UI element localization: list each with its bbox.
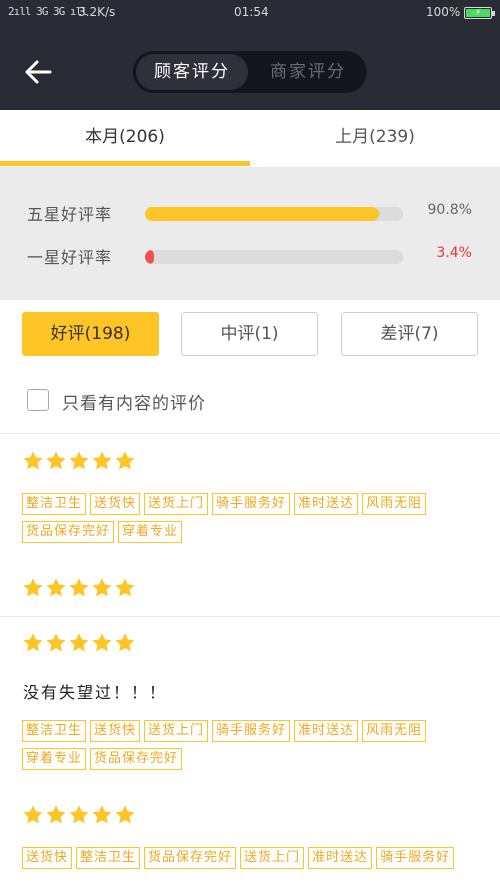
five-star-rate-row: 五星好评率 90.8% (0, 197, 500, 227)
month-tabs: 本月(206) 上月(239) (0, 110, 500, 167)
star-icon (22, 577, 44, 599)
star-icon (68, 450, 90, 472)
review-tag: 骑手服务好 (376, 847, 455, 869)
filter-neutral-button[interactable]: 中评(1) (181, 312, 318, 356)
review-tags: 送货快 整洁卫生 货品保存完好 送货上门 准时送达 骑手服务好 (22, 847, 482, 869)
top-header: 2ıll 3G 3G ıll 3.2K/s 01:54 100% ⚡ 顾客评分 … (0, 0, 500, 110)
star-icon (45, 450, 67, 472)
battery-percent: 100% (426, 5, 461, 19)
star-icon (114, 450, 136, 472)
star-icon (45, 632, 67, 654)
review-tag: 送货快 (90, 493, 141, 515)
review-tag: 货品保存完好 (144, 847, 237, 869)
rate-bar-track (145, 207, 403, 221)
review-tag: 送货快 (22, 847, 73, 869)
clock: 01:54 (234, 5, 269, 19)
review-tag: 货品保存完好 (90, 748, 183, 770)
one-star-rate-row: 一星好评率 3.4% (0, 240, 500, 270)
star-icon (68, 577, 90, 599)
stat-value: 90.8% (427, 202, 472, 218)
review-item: 没有失望过！！！ 整洁卫生 送货快 送货上门 骑手服务好 准时送达 风雨无阻穿着专业 货品保… (0, 616, 500, 796)
star-icon (68, 632, 90, 654)
star-rating (22, 632, 136, 656)
battery-icon: ⚡ (464, 7, 495, 19)
stat-value: 3.4% (436, 245, 472, 261)
review-tag: 准时送达 (294, 493, 359, 515)
star-icon (91, 577, 113, 599)
review-tag: 骑手服务好 (212, 720, 291, 742)
star-icon (114, 632, 136, 654)
review-tag: 送货快 (90, 720, 141, 742)
network-speed: 3.2K/s (78, 5, 116, 19)
review-tag: 穿着专业 (22, 748, 87, 770)
review-tag: 穿着专业 (118, 521, 183, 543)
merchant-rating-tab[interactable]: 商家评分 (252, 54, 364, 90)
review-tag: 准时送达 (294, 720, 359, 742)
content-only-checkbox[interactable] (27, 389, 49, 411)
customer-rating-tab[interactable]: 顾客评分 (136, 54, 248, 90)
review-tag: 骑手服务好 (212, 493, 291, 515)
tab-last-month[interactable]: 上月(239) (250, 110, 500, 167)
back-arrow-icon[interactable] (22, 56, 54, 88)
filter-bad-button[interactable]: 差评(7) (341, 312, 478, 356)
star-icon (91, 632, 113, 654)
rating-stats: 五星好评率 90.8% 一星好评率 3.4% (0, 167, 500, 300)
rate-bar-fill (145, 250, 154, 264)
review-tag: 整洁卫生 (22, 493, 87, 515)
stat-label: 五星好评率 (27, 205, 113, 224)
star-icon (45, 577, 67, 599)
rate-bar-track (145, 250, 403, 264)
star-icon (91, 450, 113, 472)
review-tag: 送货上门 (240, 847, 305, 869)
review-tag: 整洁卫生 (22, 720, 87, 742)
review-tag: 整洁卫生 (76, 847, 141, 869)
star-icon (114, 804, 136, 826)
review-tag: 货品保存完好 (22, 521, 115, 543)
filter-good-button[interactable]: 好评(198) (22, 312, 159, 356)
signal-indicator: 2ıll 3G 3G ıll (8, 5, 88, 18)
star-icon (22, 804, 44, 826)
review-tag: 送货上门 (144, 720, 209, 742)
review-tags: 整洁卫生 送货快 送货上门 骑手服务好 准时送达 风雨无阻货品保存完好 穿着专业 (22, 493, 482, 543)
star-icon (114, 577, 136, 599)
star-icon (68, 804, 90, 826)
star-rating (22, 450, 136, 474)
star-rating (22, 804, 136, 828)
status-bar: 2ıll 3G 3G ıll 3.2K/s 01:54 100% ⚡ (0, 0, 500, 24)
star-icon (22, 632, 44, 654)
review-filters: 好评(198) 中评(1) 差评(7) 只看有内容的评价 (0, 300, 500, 433)
tab-this-month[interactable]: 本月(206) (0, 110, 250, 167)
review-tag: 准时送达 (308, 847, 373, 869)
review-tag: 风雨无阻 (362, 720, 427, 742)
review-item: 整洁卫生 送货快 送货上门 骑手服务好 准时送达 风雨无阻货品保存完好 穿着专业 (0, 433, 500, 616)
star-rating (22, 577, 136, 601)
stat-label: 一星好评率 (27, 248, 113, 267)
review-tag: 送货上门 (144, 493, 209, 515)
review-tags: 整洁卫生 送货快 送货上门 骑手服务好 准时送达 风雨无阻穿着专业 货品保存完好 (22, 720, 482, 770)
rating-type-switch: 顾客评分 商家评分 (133, 51, 367, 93)
content-only-label[interactable]: 只看有内容的评价 (62, 389, 206, 414)
review-text: 没有失望过！！！ (23, 683, 168, 702)
star-icon (91, 804, 113, 826)
review-tag: 风雨无阻 (362, 493, 427, 515)
star-icon (22, 450, 44, 472)
star-icon (45, 804, 67, 826)
active-tab-indicator (0, 161, 250, 166)
review-item: 送货快 整洁卫生 货品保存完好 送货上门 准时送达 骑手服务好 (0, 796, 500, 889)
rate-bar-fill (145, 207, 380, 221)
